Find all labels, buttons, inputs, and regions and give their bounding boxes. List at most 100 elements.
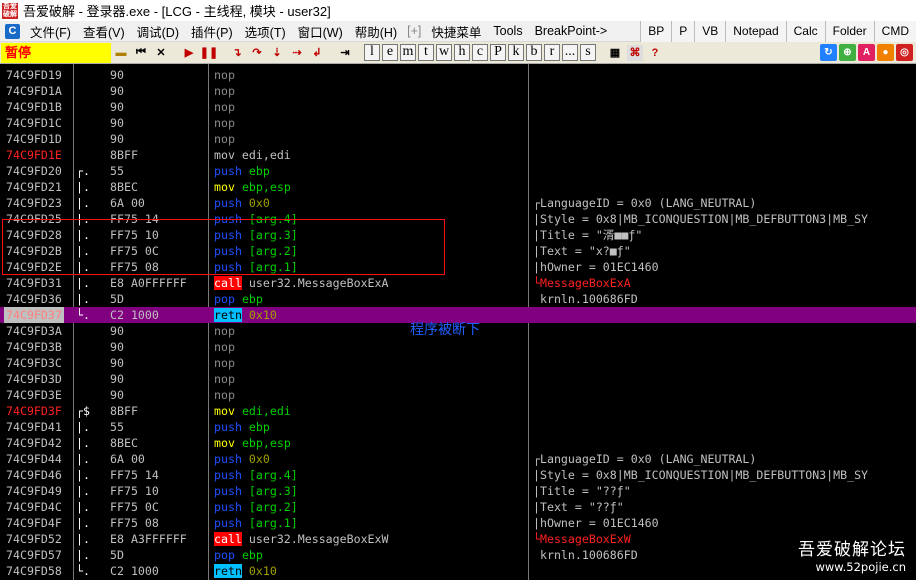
disasm-row[interactable]: 74C9FD1A 90 nop bbox=[0, 83, 916, 99]
disasm-row[interactable]: 74C9FD3C 90 nop bbox=[0, 355, 916, 371]
hash-icon[interactable]: ⌘ bbox=[626, 43, 644, 62]
instruction: mov edi,edi bbox=[214, 403, 291, 419]
disasm-row[interactable]: 74C9FD4F |. FF75 08 push [arg.1] |hOwner = 0… bbox=[0, 515, 916, 531]
flow-marker: |. bbox=[76, 452, 90, 466]
menu-window[interactable]: 窗口(W) bbox=[292, 22, 349, 41]
disasm-row[interactable]: 74C9FD58 └. C2 1000 retn 0x10 bbox=[0, 563, 916, 579]
window-memory-button[interactable]: m bbox=[400, 44, 416, 61]
menu-tools[interactable]: Tools bbox=[487, 24, 528, 38]
grid-icon[interactable]: ▦ bbox=[606, 43, 624, 62]
window-threads-button[interactable]: t bbox=[418, 44, 434, 61]
disasm-row[interactable]: 74C9FD23 |. 6A 00 push 0x0 ┌LanguageID = 0x0… bbox=[0, 195, 916, 211]
instruction-token: mov edi,edi bbox=[214, 148, 291, 162]
target-icon[interactable]: ◎ bbox=[896, 44, 913, 61]
tab-p[interactable]: P bbox=[671, 20, 695, 42]
disasm-row[interactable]: 74C9FD20 ┌. 55 push ebp bbox=[0, 163, 916, 179]
goto-icon[interactable]: ⇥ bbox=[336, 43, 354, 62]
window-handles-button[interactable]: h bbox=[454, 44, 470, 61]
trace-over-icon[interactable]: ⇢ bbox=[288, 43, 306, 62]
window-windows-button[interactable]: w bbox=[436, 44, 452, 61]
comment: ┌LanguageID = 0x0 (LANG_NEUTRAL) bbox=[533, 195, 756, 211]
flow-marker: |. bbox=[76, 436, 90, 450]
pause-icon[interactable]: ❚❚ bbox=[200, 43, 218, 62]
disasm-row[interactable]: 74C9FD1B 90 nop bbox=[0, 99, 916, 115]
menu-help[interactable]: 帮助(H) bbox=[349, 22, 403, 41]
disasm-row[interactable]: 74C9FD49 |. FF75 10 push [arg.3] |Title = "?… bbox=[0, 483, 916, 499]
comment: |hOwner = 01EC1460 bbox=[533, 259, 659, 275]
window-modules-button[interactable]: e bbox=[382, 44, 398, 61]
window-source-button[interactable]: s bbox=[580, 44, 596, 61]
address: 74C9FD1C bbox=[6, 116, 62, 130]
window-runtrace-button[interactable]: ... bbox=[562, 44, 578, 61]
disasm-row[interactable]: 74C9FD1C 90 nop bbox=[0, 115, 916, 131]
disasm-row[interactable]: 74C9FD1D 90 nop bbox=[0, 131, 916, 147]
disasm-row[interactable]: 74C9FD4C |. FF75 0C push [arg.2] |Text = "??… bbox=[0, 499, 916, 515]
highlight-box bbox=[2, 219, 445, 275]
disasm-row[interactable]: 74C9FD42 |. 8BEC mov ebp,esp bbox=[0, 435, 916, 451]
menu-shortcuts[interactable]: 快捷菜单 bbox=[425, 22, 487, 41]
disasm-row[interactable]: 74C9FD41 |. 55 push ebp bbox=[0, 419, 916, 435]
disasm-row[interactable]: 74C9FD21 |. 8BEC mov ebp,esp bbox=[0, 179, 916, 195]
disasm-row[interactable]: 74C9FD36 |. 5D pop ebp krnln.100686FD bbox=[0, 291, 916, 307]
address: 74C9FD41 bbox=[6, 420, 62, 434]
disasm-row[interactable]: 74C9FD52 |. E8 A3FFFFFF call user32.Message… bbox=[0, 531, 916, 547]
window-patches-button[interactable]: P bbox=[490, 44, 506, 61]
trace-into-icon[interactable]: ⇣ bbox=[268, 43, 286, 62]
disasm-row[interactable]: 74C9FD57 |. 5D pop ebp krnln.100686FD bbox=[0, 547, 916, 563]
menu-debug[interactable]: 调试(D) bbox=[131, 22, 185, 41]
disasm-row[interactable]: 74C9FD46 |. FF75 14 push [arg.4] |Style = 0x… bbox=[0, 467, 916, 483]
disasm-row[interactable]: 74C9FD3D 90 nop bbox=[0, 371, 916, 387]
hex-bytes: 90 bbox=[110, 68, 124, 82]
window-callstack-button[interactable]: k bbox=[508, 44, 524, 61]
tab-folder[interactable]: Folder bbox=[824, 20, 874, 42]
window-log-button[interactable]: l bbox=[364, 44, 380, 61]
address: 74C9FD23 bbox=[6, 196, 62, 210]
refresh-icon[interactable]: ↻ bbox=[820, 44, 837, 61]
circle-icon[interactable]: ● bbox=[877, 44, 894, 61]
a-icon[interactable]: A bbox=[858, 44, 875, 61]
disasm-row[interactable]: 74C9FD19 90 nop bbox=[0, 67, 916, 83]
disasm-row[interactable]: 74C9FD44 |. 6A 00 push 0x0 ┌LanguageID = 0x0… bbox=[0, 451, 916, 467]
execute-till-return-icon[interactable]: ↲ bbox=[308, 43, 326, 62]
tab-vb[interactable]: VB bbox=[694, 20, 726, 42]
window-cpu-button[interactable]: c bbox=[472, 44, 488, 61]
window-references-button[interactable]: r bbox=[544, 44, 560, 61]
disasm-row[interactable]: 74C9FD3E 90 nop bbox=[0, 387, 916, 403]
menu-view[interactable]: 查看(V) bbox=[77, 22, 131, 41]
instruction-token: push bbox=[214, 420, 242, 434]
tab-cmd[interactable]: CMD bbox=[873, 20, 916, 42]
instruction: nop bbox=[214, 371, 235, 387]
comment-token: |hOwner = 01EC1460 bbox=[533, 260, 659, 274]
flow-marker: |. bbox=[76, 292, 90, 306]
disasm-row[interactable]: 74C9FD31 |. E8 A0FFFFFF call user32.Message… bbox=[0, 275, 916, 291]
instruction-token bbox=[242, 164, 249, 178]
open-icon[interactable]: ▬ bbox=[112, 43, 130, 62]
close-icon[interactable]: ✕ bbox=[152, 43, 170, 62]
address: 74C9FD46 bbox=[6, 468, 62, 482]
hex-bytes: 5D bbox=[110, 292, 124, 306]
tab-bp[interactable]: BP bbox=[640, 20, 672, 42]
tab-notepad[interactable]: Notepad bbox=[725, 20, 786, 42]
plugin-icon[interactable]: ⊕ bbox=[839, 44, 856, 61]
step-over-icon[interactable]: ↷ bbox=[248, 43, 266, 62]
window-breakpoints-button[interactable]: b bbox=[526, 44, 542, 61]
menu-extra[interactable]: [+] bbox=[403, 24, 425, 38]
step-into-icon[interactable]: ↴ bbox=[228, 43, 246, 62]
instruction-token: ebp bbox=[248, 164, 270, 178]
help-icon[interactable]: ? bbox=[646, 43, 664, 62]
flow-marker: └. bbox=[76, 564, 90, 578]
menu-options[interactable]: 选项(T) bbox=[239, 22, 292, 41]
disasm-row[interactable]: 74C9FD3B 90 nop bbox=[0, 339, 916, 355]
run-icon[interactable]: ▶ bbox=[180, 43, 198, 62]
menu-file[interactable]: 文件(F) bbox=[24, 22, 77, 41]
menu-plugins[interactable]: 插件(P) bbox=[185, 22, 239, 41]
disasm-row[interactable]: 74C9FD3F ┌$ 8BFF mov edi,edi bbox=[0, 403, 916, 419]
instruction-token: 0x10 bbox=[248, 564, 277, 578]
tab-calc[interactable]: Calc bbox=[785, 20, 825, 42]
disasm-row[interactable]: 74C9FD1E 8BFF mov edi,edi bbox=[0, 147, 916, 163]
restart-icon[interactable]: ⏮ bbox=[132, 43, 150, 62]
instruction-token bbox=[242, 308, 249, 322]
address: 74C9FD57 bbox=[6, 548, 62, 562]
instruction-token: push bbox=[214, 196, 242, 210]
menu-breakpoint[interactable]: BreakPoint-> bbox=[529, 24, 614, 38]
